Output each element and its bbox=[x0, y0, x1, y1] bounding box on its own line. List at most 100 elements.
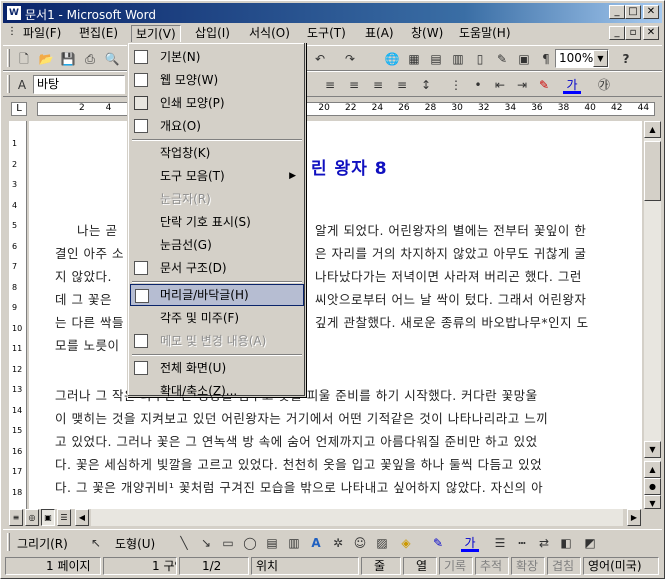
dash-style-icon[interactable]: ┅ bbox=[513, 534, 531, 552]
word-doc-icon[interactable]: W bbox=[6, 5, 22, 21]
maximize-icon[interactable]: □ bbox=[625, 5, 641, 19]
previous-page-icon[interactable]: ▲ bbox=[644, 461, 661, 478]
view-menu-item[interactable]: 확대/축소(Z)... bbox=[130, 380, 304, 402]
insert-excel-icon[interactable]: ▥ bbox=[449, 50, 467, 68]
menu-file[interactable]: 파일(F) bbox=[19, 25, 65, 43]
align-left-icon[interactable]: ≡ bbox=[321, 76, 339, 94]
status-record[interactable]: 기록 bbox=[439, 557, 473, 575]
view-menu-item[interactable]: 기본(N) bbox=[130, 46, 304, 68]
status-extend[interactable]: 확장 bbox=[511, 557, 545, 575]
autoshapes-menu[interactable]: 도형(U) bbox=[115, 535, 155, 552]
menu-help[interactable]: 도움말(H) bbox=[455, 25, 515, 43]
font-color-icon[interactable]: 가 bbox=[563, 76, 581, 94]
line-color-icon[interactable]: ✎ bbox=[429, 534, 447, 552]
view-menu-item[interactable]: 웹 모양(W) bbox=[130, 69, 304, 91]
draw-menu[interactable]: 그리기(R) bbox=[17, 535, 68, 552]
view-menu-item[interactable]: 인쇄 모양(P) bbox=[130, 92, 304, 114]
font-select[interactable]: 바탕 bbox=[33, 75, 125, 94]
menu-format[interactable]: 서식(O) bbox=[245, 25, 294, 43]
scroll-up-icon[interactable]: ▲ bbox=[644, 121, 661, 138]
vertical-ruler[interactable]: 1 2 3 4 5 6 7 8 9 10 11 12 13 14 15 16 17 18 bbox=[9, 121, 27, 509]
fill-color-icon[interactable]: ◈ bbox=[397, 534, 415, 552]
doc-restore-icon[interactable]: ▫ bbox=[625, 26, 641, 40]
scroll-right-icon[interactable]: ▶ bbox=[627, 509, 641, 526]
decrease-indent-icon[interactable]: ⇤ bbox=[491, 76, 509, 94]
columns-icon[interactable]: ▯ bbox=[471, 50, 489, 68]
next-page-icon[interactable]: ▼ bbox=[644, 495, 661, 509]
hyperlink-icon[interactable]: 🌐 bbox=[383, 50, 401, 68]
bullets-icon[interactable]: • bbox=[469, 76, 487, 94]
web-layout-icon[interactable]: ◎ bbox=[25, 509, 39, 526]
align-center-icon[interactable]: ≡ bbox=[345, 76, 363, 94]
styles-icon[interactable]: A bbox=[13, 76, 31, 94]
normal-view-icon[interactable]: ≡ bbox=[9, 509, 23, 526]
close-icon[interactable]: ✕ bbox=[643, 5, 659, 19]
font-color-icon[interactable]: 가 bbox=[461, 534, 479, 552]
text-box-icon[interactable]: ▤ bbox=[263, 534, 281, 552]
insert-table-icon[interactable]: ▤ bbox=[427, 50, 445, 68]
enclosed-char-icon[interactable]: ㉮ bbox=[595, 76, 613, 94]
view-menu-item[interactable]: 전체 화면(U) bbox=[130, 357, 304, 379]
document-map-icon[interactable]: ▣ bbox=[515, 50, 533, 68]
zoom-select[interactable]: 100% ▼ bbox=[555, 49, 609, 68]
menu-insert[interactable]: 삽입(I) bbox=[191, 25, 234, 43]
print-preview-icon[interactable]: 🔍 bbox=[103, 50, 121, 68]
justify-icon[interactable]: ≡ bbox=[393, 76, 411, 94]
minimize-icon[interactable]: _ bbox=[609, 5, 625, 19]
help-icon[interactable]: ? bbox=[617, 50, 635, 68]
view-menu-item[interactable]: 단락 기호 표시(S) bbox=[130, 211, 304, 233]
menu-window[interactable]: 창(W) bbox=[407, 25, 447, 43]
vertical-text-box-icon[interactable]: ▥ bbox=[285, 534, 303, 552]
align-right-icon[interactable]: ≡ bbox=[369, 76, 387, 94]
menu-table[interactable]: 표(A) bbox=[361, 25, 398, 43]
horizontal-ruler[interactable]: L 24681012141618202224262830323436384042… bbox=[3, 99, 662, 121]
select-objects-icon[interactable]: ↖ bbox=[87, 534, 105, 552]
arrow-icon[interactable]: ↘ bbox=[197, 534, 215, 552]
increase-indent-icon[interactable]: ⇥ bbox=[513, 76, 531, 94]
print-icon[interactable]: ⎙ bbox=[81, 50, 99, 68]
tables-borders-icon[interactable]: ▦ bbox=[405, 50, 423, 68]
open-folder-icon[interactable]: 📂 bbox=[37, 50, 55, 68]
horizontal-scrollbar[interactable] bbox=[91, 509, 623, 526]
save-icon[interactable]: 💾 bbox=[59, 50, 77, 68]
view-menu-item[interactable]: 작업창(K) bbox=[130, 142, 304, 164]
vertical-scrollbar[interactable]: ▲ ▼ ▲ ● ▼ bbox=[644, 121, 661, 509]
drawing-icon[interactable]: ✎ bbox=[493, 50, 511, 68]
view-menu-item[interactable]: 머리글/바닥글(H) bbox=[130, 284, 304, 306]
scroll-down-icon[interactable]: ▼ bbox=[644, 441, 661, 458]
outline-view-icon[interactable]: ☰ bbox=[57, 509, 71, 526]
line-spacing-icon[interactable]: ↕ bbox=[417, 76, 435, 94]
clip-art-icon[interactable]: ☺ bbox=[351, 534, 369, 552]
view-menu-item[interactable]: 문서 구조(D) bbox=[130, 257, 304, 279]
doc-minimize-icon[interactable]: _ bbox=[609, 26, 625, 40]
toolbar-grip[interactable] bbox=[7, 49, 10, 67]
highlight-icon[interactable]: ✎ bbox=[535, 76, 553, 94]
toolbar-grip[interactable] bbox=[7, 533, 10, 551]
show-hide-icon[interactable]: ¶ bbox=[537, 50, 555, 68]
tab-selector-icon[interactable]: L bbox=[11, 102, 27, 116]
print-layout-icon[interactable]: ▣ bbox=[41, 509, 55, 526]
status-overtype[interactable]: 겹침 bbox=[547, 557, 581, 575]
menu-view[interactable]: 보기(V) bbox=[131, 25, 181, 43]
arrow-style-icon[interactable]: ⇄ bbox=[535, 534, 553, 552]
doc-close-icon[interactable]: ✕ bbox=[643, 26, 659, 40]
menu-edit[interactable]: 편집(E) bbox=[75, 25, 122, 43]
scroll-left-icon[interactable]: ◀ bbox=[75, 509, 89, 526]
view-menu-item[interactable]: 도구 모음(T) ▶ bbox=[130, 165, 304, 187]
line-style-icon[interactable]: ☰ bbox=[491, 534, 509, 552]
3d-icon[interactable]: ◩ bbox=[581, 534, 599, 552]
scroll-thumb[interactable] bbox=[644, 141, 661, 201]
document-page[interactable]: 린 왕자 8 나는 곧 결인 아주 소지 않았다. 데 그 꽃은 는 다른 싹들 모를 … bbox=[29, 121, 642, 509]
view-menu-item[interactable]: 개요(O) bbox=[130, 115, 304, 137]
select-browse-object-icon[interactable]: ● bbox=[644, 478, 661, 495]
view-menu-item[interactable]: 각주 및 미주(F) bbox=[130, 307, 304, 329]
diagram-icon[interactable]: ✲ bbox=[329, 534, 347, 552]
undo-icon[interactable]: ↶ bbox=[311, 50, 329, 68]
insert-picture-icon[interactable]: ▨ bbox=[373, 534, 391, 552]
numbering-icon[interactable]: ⋮ bbox=[447, 76, 465, 94]
view-menu-item[interactable]: 눈금선(G) bbox=[130, 234, 304, 256]
new-document-icon[interactable]: 🗋 bbox=[15, 50, 33, 68]
status-track[interactable]: 추적 bbox=[475, 557, 509, 575]
wordart-icon[interactable]: A bbox=[307, 534, 325, 552]
redo-icon[interactable]: ↷ bbox=[341, 50, 359, 68]
